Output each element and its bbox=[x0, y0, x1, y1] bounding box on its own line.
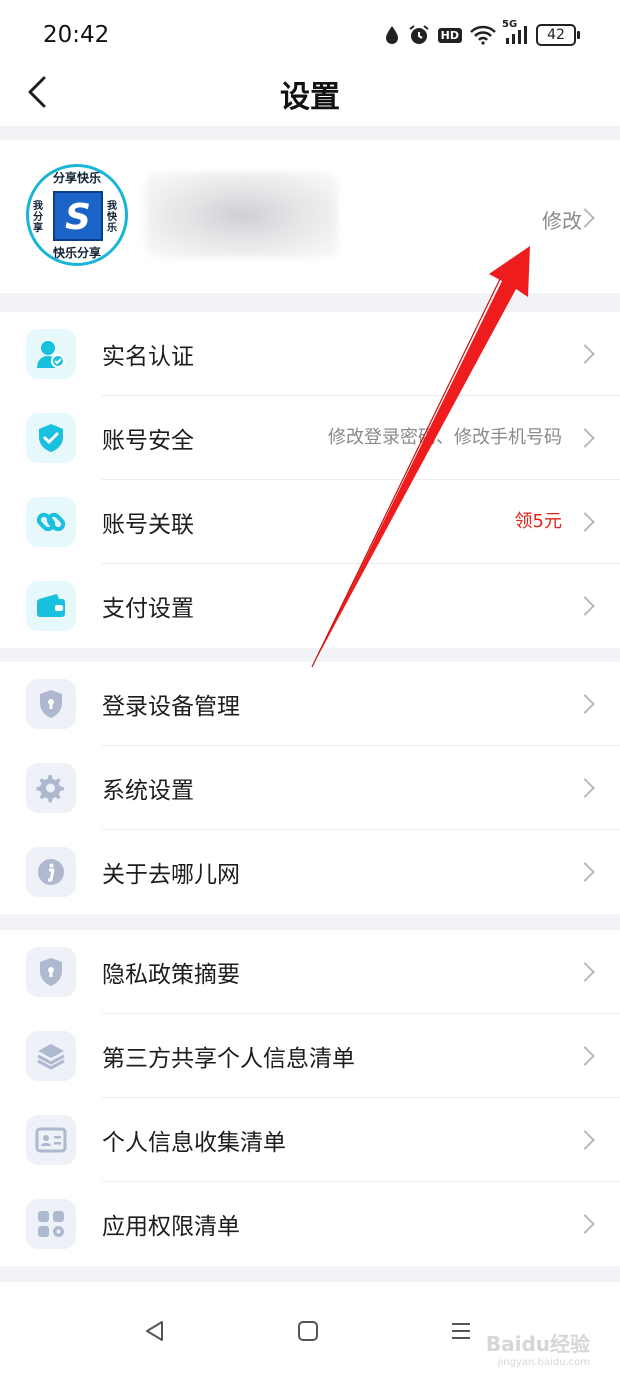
avatar-logo: S bbox=[53, 191, 103, 241]
shield-check-icon bbox=[26, 413, 76, 463]
nav-home-button[interactable] bbox=[297, 1320, 319, 1346]
settings-item-label: 系统设置 bbox=[102, 778, 194, 804]
settings-group-privacy: 隐私政策摘要 第三方共享个人信息清单 个人信息收集清单 应用权限清单 bbox=[0, 930, 620, 1266]
watermark-text: Baidu经验 bbox=[485, 1332, 590, 1356]
settings-item-info-collection[interactable]: 个人信息收集清单 bbox=[0, 1098, 620, 1182]
chevron-right-icon bbox=[575, 1046, 595, 1066]
network-type: 5G bbox=[502, 19, 518, 30]
settings-item-payment[interactable]: 支付设置 bbox=[0, 564, 620, 648]
avatar-text-top: 分享快乐 bbox=[52, 171, 101, 185]
shield-lock-icon bbox=[26, 679, 76, 729]
profile-card[interactable]: 分享快乐 我分享 S 我快乐 快乐分享 修改 bbox=[0, 140, 620, 293]
settings-item-label: 实名认证 bbox=[102, 344, 194, 370]
settings-item-label: 关于去哪儿网 bbox=[102, 862, 240, 888]
menu-lines-icon bbox=[452, 1323, 470, 1339]
wallet-icon bbox=[26, 581, 76, 631]
nav-menu-button[interactable] bbox=[450, 1320, 472, 1346]
gear-icon bbox=[26, 763, 76, 813]
settings-item-label: 隐私政策摘要 bbox=[102, 962, 240, 988]
settings-item-label: 支付设置 bbox=[102, 596, 194, 622]
chevron-right-icon bbox=[575, 512, 595, 532]
chevron-right-icon bbox=[575, 428, 595, 448]
drop-icon bbox=[384, 25, 400, 45]
settings-item-label: 账号安全 bbox=[102, 428, 194, 454]
settings-item-device-management[interactable]: 登录设备管理 bbox=[0, 662, 620, 746]
settings-group-system: 登录设备管理 系统设置 关于去哪儿网 bbox=[0, 662, 620, 914]
settings-item-account-security[interactable]: 账号安全 修改登录密码、修改手机号码 bbox=[0, 396, 620, 480]
status-bar: 20:42 HD 5G 42 bbox=[0, 0, 620, 70]
settings-item-label: 个人信息收集清单 bbox=[102, 1130, 286, 1156]
page-title: 设置 bbox=[280, 80, 340, 115]
blurred-username bbox=[146, 172, 338, 258]
link-icon bbox=[26, 497, 76, 547]
settings-item-label: 登录设备管理 bbox=[102, 694, 240, 720]
id-card-icon bbox=[26, 1115, 76, 1165]
status-icons: HD 5G 42 bbox=[384, 19, 580, 46]
settings-item-privacy-summary[interactable]: 隐私政策摘要 bbox=[0, 930, 620, 1014]
settings-group-account: 实名认证 账号安全 修改登录密码、修改手机号码 账号关联 领5元 支付设置 bbox=[0, 312, 620, 648]
info-icon bbox=[26, 847, 76, 897]
chevron-right-icon bbox=[575, 1214, 595, 1234]
chevron-right-icon bbox=[575, 1130, 595, 1150]
watermark: Baidu经验 jingyan.baidu.com bbox=[486, 1328, 590, 1368]
settings-item-system-settings[interactable]: 系统设置 bbox=[0, 746, 620, 830]
settings-item-label: 应用权限清单 bbox=[102, 1214, 240, 1240]
status-time: 20:42 bbox=[43, 22, 110, 48]
settings-item-label: 账号关联 bbox=[102, 512, 194, 538]
wifi-icon bbox=[470, 25, 496, 45]
avatar-text-left: 我分享 bbox=[33, 201, 43, 234]
hd-icon: HD bbox=[437, 27, 462, 43]
triangle-back-icon bbox=[146, 1321, 163, 1341]
settings-item-real-name[interactable]: 实名认证 bbox=[0, 312, 620, 396]
nav-back-button[interactable] bbox=[144, 1320, 166, 1346]
grid-apps-icon bbox=[26, 1199, 76, 1249]
alarm-icon bbox=[408, 24, 430, 46]
chevron-right-icon bbox=[575, 694, 595, 714]
id-verify-icon bbox=[26, 329, 76, 379]
watermark-sub: jingyan.baidu.com bbox=[497, 1357, 590, 1368]
settings-item-about[interactable]: 关于去哪儿网 bbox=[0, 830, 620, 914]
settings-item-account-link[interactable]: 账号关联 领5元 bbox=[0, 480, 620, 564]
chevron-right-icon bbox=[575, 344, 595, 364]
avatar-text-right: 我快乐 bbox=[107, 201, 117, 234]
chevron-right-icon bbox=[575, 962, 595, 982]
chevron-right-icon bbox=[575, 596, 595, 616]
cellular-signal-icon: 5G bbox=[502, 19, 528, 45]
battery-icon: 42 bbox=[536, 24, 580, 46]
chevron-right-icon bbox=[575, 862, 595, 882]
promo-badge: 领5元 bbox=[514, 511, 562, 532]
avatar[interactable]: 分享快乐 我分享 S 我快乐 快乐分享 bbox=[26, 164, 128, 266]
settings-item-permissions[interactable]: 应用权限清单 bbox=[0, 1182, 620, 1266]
settings-item-third-party-sharing[interactable]: 第三方共享个人信息清单 bbox=[0, 1014, 620, 1098]
title-bar: 设置 bbox=[0, 70, 620, 126]
square-home-icon bbox=[298, 1321, 318, 1341]
layers-icon bbox=[26, 1031, 76, 1081]
privacy-shield-icon bbox=[26, 947, 76, 997]
settings-item-label: 第三方共享个人信息清单 bbox=[102, 1046, 355, 1072]
settings-item-value: 修改登录密码、修改手机号码 bbox=[328, 427, 562, 448]
chevron-right-icon bbox=[575, 778, 595, 798]
avatar-text-bottom: 快乐分享 bbox=[52, 246, 101, 260]
